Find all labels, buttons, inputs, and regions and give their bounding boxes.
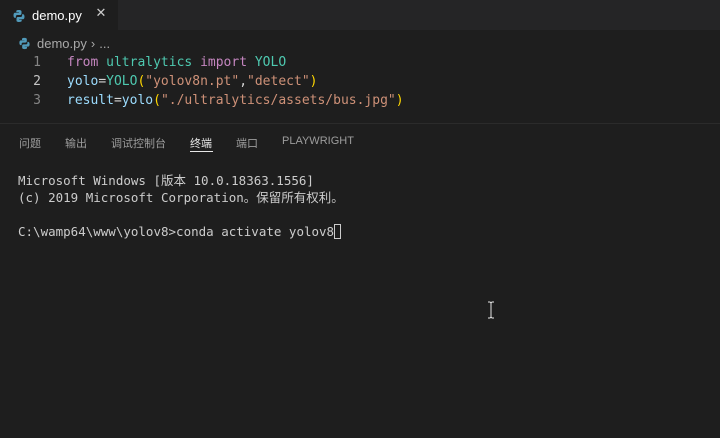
line-number: 2 bbox=[33, 74, 41, 89]
code-text: result=yolo("./ultralytics/assets/bus.jp… bbox=[67, 91, 404, 110]
editor-tab-demo-py[interactable]: demo.py ✕ bbox=[0, 0, 118, 30]
code-token: ultralytics bbox=[106, 55, 193, 70]
terminal-prompt: C:\wamp64\www\yolov8> bbox=[18, 224, 177, 239]
code-editor[interactable]: 1 from ultralytics import YOLO 2 yolo=YO… bbox=[0, 53, 720, 123]
code-token: ) bbox=[309, 74, 318, 89]
code-token: "./ultralytics/assets/bus.jpg" bbox=[160, 93, 396, 108]
text-cursor-icon bbox=[487, 301, 495, 319]
tab-debug-console[interactable]: 调试控制台 bbox=[111, 135, 166, 151]
editor-tab-title: demo.py bbox=[32, 7, 82, 23]
python-file-icon bbox=[18, 37, 31, 50]
code-token: ) bbox=[395, 93, 404, 108]
terminal-line: Microsoft Windows [版本 10.0.18363.1556] bbox=[18, 173, 314, 188]
code-token: ( bbox=[153, 93, 161, 108]
breadcrumb: demo.py › ... bbox=[18, 34, 110, 52]
terminal-prompt-line: C:\wamp64\www\yolov8>conda activate yolo… bbox=[18, 223, 708, 240]
tab-playwright[interactable]: PLAYWRIGHT bbox=[282, 135, 354, 147]
code-token: from bbox=[67, 55, 99, 70]
panel-tab-bar: 问题 输出 调试控制台 终端 端口 PLAYWRIGHT bbox=[0, 124, 720, 160]
breadcrumb-more[interactable]: ... bbox=[99, 36, 110, 51]
code-line-active: 2 yolo=YOLO("yolov8n.pt","detect") bbox=[0, 72, 720, 91]
terminal-cursor bbox=[334, 224, 342, 239]
editor-tab-bar: demo.py ✕ bbox=[0, 0, 720, 30]
chevron-right-icon: › bbox=[90, 35, 96, 51]
tab-output[interactable]: 输出 bbox=[65, 135, 87, 151]
code-token: "detect" bbox=[247, 74, 310, 89]
code-token: yolo bbox=[121, 93, 154, 108]
code-text: yolo=YOLO("yolov8n.pt","detect") bbox=[67, 72, 317, 91]
code-token: result bbox=[67, 93, 114, 108]
close-icon[interactable]: ✕ bbox=[94, 7, 108, 21]
code-token: YOLO bbox=[106, 74, 138, 89]
code-token: = bbox=[98, 74, 107, 89]
vscode-window: demo.py ✕ demo.py › ... 1 from ultralyti… bbox=[0, 0, 720, 438]
tab-problems[interactable]: 问题 bbox=[19, 135, 41, 151]
code-line: 3 result=yolo("./ultralytics/assets/bus.… bbox=[0, 91, 720, 110]
code-token: yolo bbox=[67, 74, 99, 89]
line-number: 3 bbox=[33, 93, 41, 108]
terminal-line: (c) 2019 Microsoft Corporation。保留所有权利。 bbox=[18, 190, 344, 205]
line-number: 1 bbox=[33, 55, 41, 70]
code-line: 1 from ultralytics import YOLO bbox=[0, 53, 720, 72]
tab-ports[interactable]: 端口 bbox=[236, 135, 258, 151]
code-token: , bbox=[239, 74, 248, 89]
code-token: import bbox=[200, 55, 248, 70]
terminal[interactable]: Microsoft Windows [版本 10.0.18363.1556] (… bbox=[18, 172, 708, 432]
python-file-icon bbox=[12, 8, 26, 22]
breadcrumb-file[interactable]: demo.py bbox=[37, 36, 87, 51]
code-token: = bbox=[113, 93, 122, 108]
code-text: from ultralytics import YOLO bbox=[67, 53, 286, 72]
active-tab-indicator bbox=[190, 151, 213, 152]
code-token: "yolov8n.pt" bbox=[145, 74, 240, 89]
code-token: YOLO bbox=[254, 55, 287, 70]
terminal-command: conda activate yolov8 bbox=[176, 224, 335, 239]
tab-terminal[interactable]: 终端 bbox=[190, 135, 212, 151]
